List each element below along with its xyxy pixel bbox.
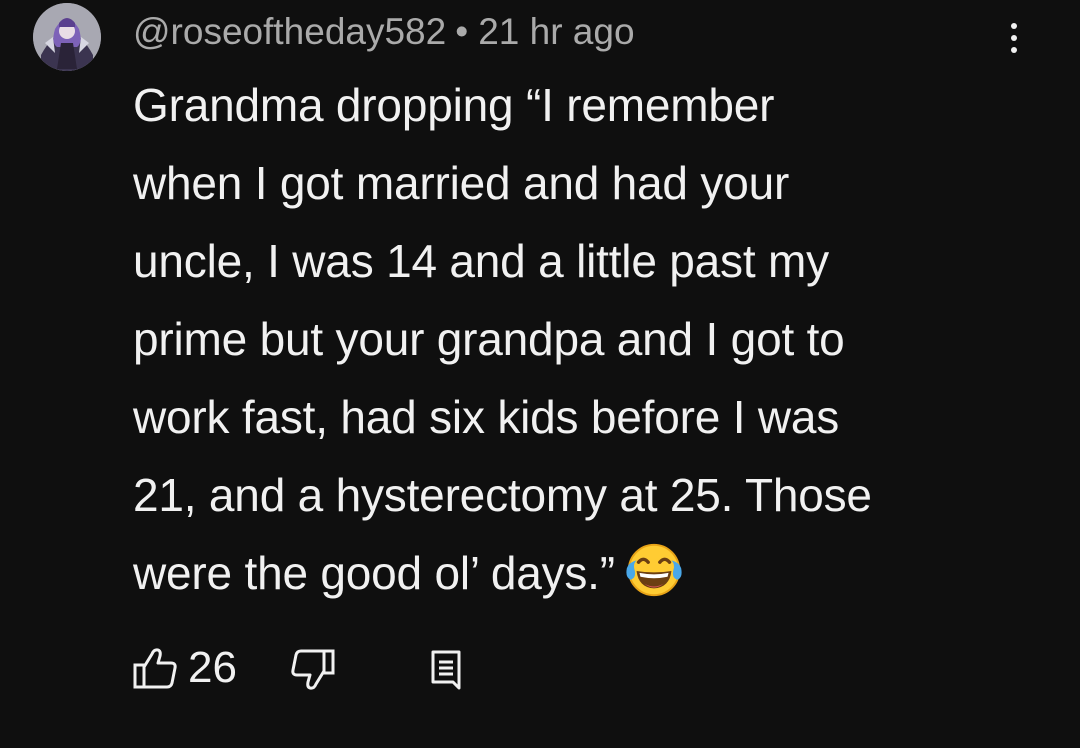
dislike-button[interactable] — [289, 648, 335, 692]
avatar-image — [33, 3, 101, 71]
face-with-tears-of-joy-icon — [626, 543, 682, 597]
comment-text-line: prime but your grandpa and I got to — [133, 313, 845, 365]
like-count: 26 — [188, 643, 237, 692]
menu-dot — [1011, 47, 1017, 53]
thumbs-up-icon — [133, 648, 177, 689]
menu-dot — [1011, 23, 1017, 29]
comment-text-line: were the good ol’ days.” — [133, 547, 615, 599]
author-name[interactable]: @roseoftheday582 — [133, 11, 446, 53]
comment-text: Grandma dropping “I remember when I got … — [133, 66, 1033, 612]
comment-text-line: 21, and a hysterectomy at 25. Those — [133, 469, 872, 521]
thumbs-down-icon — [291, 649, 335, 690]
menu-dot — [1011, 35, 1017, 41]
comment-text-line: when I got married and had your — [133, 157, 790, 209]
comment-header: @roseoftheday582 • 21 hr ago — [133, 8, 635, 56]
avatar[interactable] — [33, 3, 101, 71]
header-separator: • — [455, 11, 469, 52]
reply-comment-icon — [431, 650, 461, 690]
comment-text-last-line: were the good ol’ days.” — [133, 534, 1033, 612]
comment-text-line: uncle, I was 14 and a little past my — [133, 235, 829, 287]
comment-thread: @roseoftheday582 • 21 hr ago Grandma dro… — [0, 0, 1080, 748]
comment-text-line: work fast, had six kids before I was — [133, 391, 840, 443]
reply-button[interactable] — [429, 648, 467, 692]
comment-text-line: Grandma dropping “I remember — [133, 79, 775, 131]
like-button[interactable] — [133, 646, 179, 690]
comment-actions: 26 — [133, 640, 533, 696]
more-vert-icon[interactable] — [994, 16, 1034, 60]
comment-timestamp[interactable]: 21 hr ago — [478, 11, 634, 53]
